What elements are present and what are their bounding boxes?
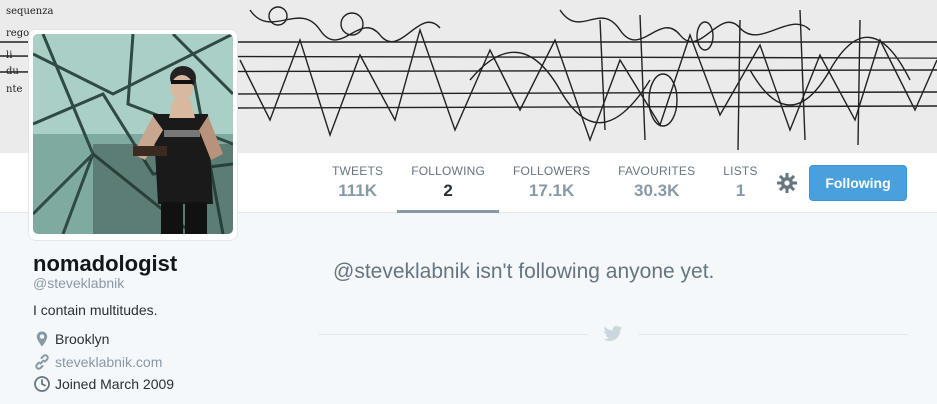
tab-tweets-count: 111K [338, 181, 377, 200]
tab-followers-label: FOLLOWERS [513, 164, 591, 178]
link-icon [33, 353, 51, 371]
bird-icon [603, 325, 623, 343]
profile-website[interactable]: steveklabnik.com [33, 353, 162, 371]
svg-text:li: li [6, 50, 12, 61]
location-pin-icon [33, 330, 51, 348]
following-button[interactable]: Following [809, 165, 907, 201]
svg-text:du: du [6, 66, 19, 77]
profile-location: Brooklyn [33, 330, 109, 348]
tab-following[interactable]: FOLLOWING 2 [397, 153, 500, 213]
profile-website-link[interactable]: steveklabnik.com [55, 354, 162, 370]
divider-right [638, 334, 908, 335]
tab-lists-count: 1 [735, 181, 746, 200]
svg-text:sequenza: sequenza [6, 6, 54, 17]
tab-favourites[interactable]: FAVOURITES 30.3K [604, 153, 709, 212]
profile-bio: I contain multitudes. [33, 302, 158, 318]
tab-favourites-count: 30.3K [634, 181, 680, 200]
active-tab-indicator [397, 210, 500, 213]
gear-icon[interactable] [776, 172, 798, 194]
tab-tweets[interactable]: TWEETS 111K [318, 153, 397, 212]
profile-joined: Joined March 2009 [33, 375, 174, 393]
avatar-photo [33, 34, 233, 234]
svg-text:nte: nte [6, 84, 22, 95]
avatar[interactable] [29, 30, 237, 240]
clock-icon [33, 375, 51, 393]
tab-following-count: 2 [443, 181, 453, 200]
tab-lists-label: LISTS [723, 164, 758, 178]
tab-followers-count: 17.1K [528, 181, 575, 200]
profile-nav-tabs: TWEETS 111K FOLLOWING 2 FOLLOWERS 17.1K … [318, 153, 772, 213]
profile-joined-text: Joined March 2009 [55, 376, 175, 392]
tab-favourites-label: FAVOURITES [618, 164, 696, 178]
profile-location-text: Brooklyn [55, 331, 110, 347]
divider-left [318, 334, 588, 335]
profile-handle[interactable]: @steveklabnik [33, 275, 124, 291]
empty-state-message: @steveklabnik isn't following anyone yet… [333, 260, 715, 283]
tab-following-label: FOLLOWING [411, 164, 486, 178]
svg-text:rego: rego [6, 28, 29, 39]
tab-lists[interactable]: LISTS 1 [709, 153, 771, 212]
tab-followers[interactable]: FOLLOWERS 17.1K [499, 153, 604, 212]
tab-tweets-label: TWEETS [332, 164, 384, 178]
profile-name: nomadologist [33, 251, 178, 276]
